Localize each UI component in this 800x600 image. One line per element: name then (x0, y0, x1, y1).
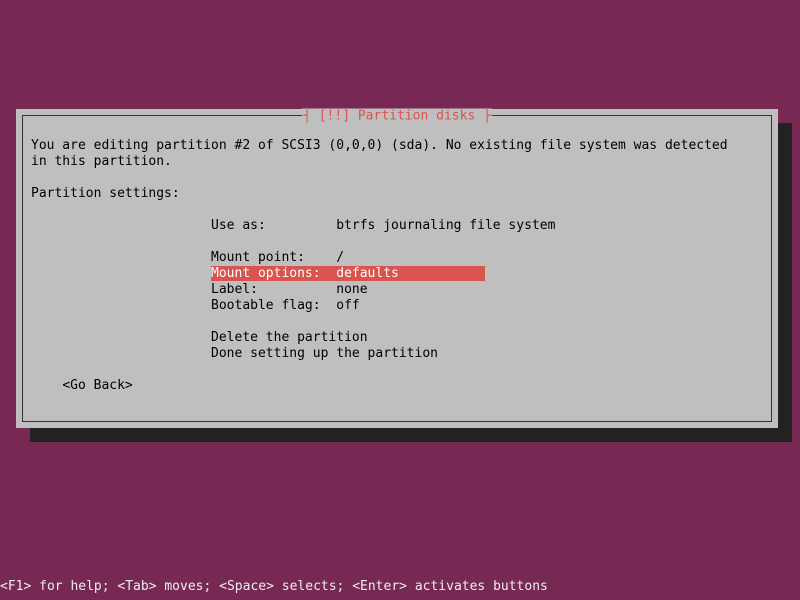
settings-header: Partition settings: (31, 186, 763, 202)
dialog-border: ┤ [!!] Partition disks ├ You are editing… (22, 115, 772, 422)
help-footer: <F1> for help; <Tab> moves; <Space> sele… (0, 579, 548, 594)
setting-bootable-flag[interactable]: Bootable flag: off (31, 298, 763, 314)
setting-mount-options[interactable]: Mount options: defaults (31, 266, 763, 282)
dialog-title: ┤ [!!] Partition disks ├ (23, 109, 771, 124)
intro-text-line1: You are editing partition #2 of SCSI3 (0… (31, 138, 763, 154)
intro-text-line2: in this partition. (31, 154, 763, 170)
setting-use-as[interactable]: Use as: btrfs journaling file system (31, 218, 763, 234)
setting-mount-point[interactable]: Mount point: / (31, 250, 763, 266)
partition-dialog: ┤ [!!] Partition disks ├ You are editing… (16, 109, 778, 428)
go-back-button[interactable]: <Go Back> (31, 378, 763, 394)
action-done-setting-up[interactable]: Done setting up the partition (31, 346, 763, 362)
setting-label[interactable]: Label: none (31, 282, 763, 298)
action-delete-partition[interactable]: Delete the partition (31, 330, 763, 346)
dialog-content: You are editing partition #2 of SCSI3 (0… (31, 138, 763, 413)
